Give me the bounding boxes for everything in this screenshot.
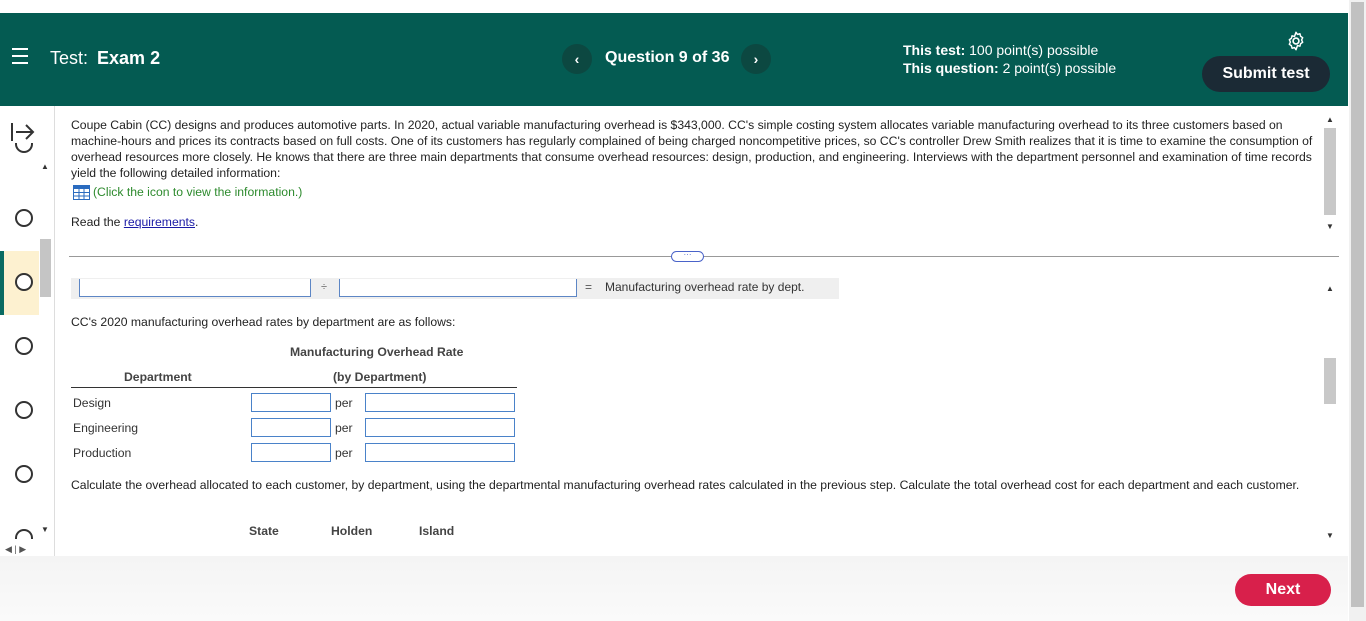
answer-option-radio[interactable] <box>15 209 33 227</box>
table-grid-icon[interactable] <box>73 185 90 201</box>
test-title: Test: Exam 2 <box>50 48 160 69</box>
rate-unit-input[interactable] <box>365 393 515 412</box>
formula-result-label: Manufacturing overhead rate by dept. <box>605 280 805 294</box>
rate-input[interactable] <box>251 393 331 412</box>
department-name: Design <box>73 396 111 410</box>
page-scroll-thumb[interactable] <box>1351 2 1364 607</box>
this-test-label: This test: <box>903 42 966 58</box>
answer-option-radio[interactable] <box>15 273 33 291</box>
this-test-value: 100 point(s) possible <box>969 42 1099 58</box>
formula-numerator-input[interactable] <box>79 279 311 297</box>
menu-icon[interactable] <box>12 48 32 64</box>
settings-gear-icon[interactable] <box>1285 30 1307 52</box>
previous-question-button[interactable]: ‹ <box>562 44 592 74</box>
stem-scroll-thumb[interactable] <box>1324 128 1336 215</box>
info-link[interactable]: (Click the icon to view the information.… <box>73 185 302 201</box>
answer-option-radio[interactable] <box>15 143 33 153</box>
next-question-button[interactable]: › <box>741 44 771 74</box>
question-sidebar: ▲ ▼ ◀ | ▶ <box>0 106 55 556</box>
stem-scroll-up-icon[interactable]: ▲ <box>1326 115 1334 124</box>
rate-column-subheader: (by Department) <box>333 370 427 384</box>
read-requirements: Read the requirements. <box>71 215 198 229</box>
pane-resize-handle[interactable]: ··· <box>671 251 704 262</box>
info-link-text[interactable]: (Click the icon to view the information.… <box>93 185 302 199</box>
answer-option-radio[interactable] <box>15 401 33 419</box>
formula-denominator-input[interactable] <box>339 279 577 297</box>
rate-input[interactable] <box>251 418 331 437</box>
test-header: Test: Exam 2 ‹ Question 9 of 36 › This t… <box>0 13 1348 106</box>
formula-row: ÷ = Manufacturing overhead rate by dept. <box>71 278 839 299</box>
answer-scroll-down-icon[interactable]: ▼ <box>1326 531 1334 540</box>
per-label: per <box>335 446 353 460</box>
question-counter[interactable]: Question 9 of 36 <box>605 49 729 67</box>
this-question-value: 2 point(s) possible <box>1002 60 1117 76</box>
table-header-rule <box>71 387 517 388</box>
next-button[interactable]: Next <box>1235 574 1331 606</box>
rate-input[interactable] <box>251 443 331 462</box>
test-name: Exam 2 <box>97 48 161 68</box>
requirements-link[interactable]: requirements <box>124 215 195 229</box>
footer-bar <box>0 556 1348 621</box>
rates-intro-text: CC's 2020 manufacturing overhead rates b… <box>71 315 456 329</box>
divide-symbol: ÷ <box>321 281 328 293</box>
customer-column-header: State <box>249 524 279 538</box>
answer-option-radio[interactable] <box>15 465 33 483</box>
answer-panel: ÷ = Manufacturing overhead rate by dept.… <box>55 262 1325 556</box>
rate-unit-input[interactable] <box>365 418 515 437</box>
department-name: Production <box>73 446 132 460</box>
test-label: Test: <box>50 48 89 68</box>
per-label: per <box>335 421 353 435</box>
table-row: Engineering per <box>71 418 517 438</box>
sidebar-hscroll-arrows-icon[interactable]: ◀ | ▶ <box>5 544 26 555</box>
points-info: This test: 100 point(s) possible This qu… <box>903 41 1116 77</box>
equals-symbol: = <box>585 280 593 294</box>
answer-scroll-thumb[interactable] <box>1324 358 1336 404</box>
sidebar-scroll-thumb[interactable] <box>40 239 51 297</box>
table-row: Production per <box>71 443 517 463</box>
stem-scroll-down-icon[interactable]: ▼ <box>1326 222 1334 231</box>
sidebar-scroll-up-icon[interactable]: ▲ <box>41 162 49 171</box>
customer-column-header: Holden <box>331 524 373 538</box>
customer-column-header: Island <box>419 524 455 538</box>
expand-panel-icon[interactable] <box>10 120 36 144</box>
rate-column-header: Manufacturing Overhead Rate <box>290 345 464 359</box>
calc-instructions: Calculate the overhead allocated to each… <box>71 478 1300 492</box>
read-prefix: Read the <box>71 215 124 229</box>
top-strip <box>0 0 1366 13</box>
per-label: per <box>335 396 353 410</box>
department-column-header: Department <box>124 370 192 384</box>
submit-test-button[interactable]: Submit test <box>1202 56 1330 92</box>
table-row: Design per <box>71 393 517 413</box>
answer-option-radio[interactable] <box>15 337 33 355</box>
read-suffix: . <box>195 215 199 229</box>
pane-divider <box>69 256 1339 257</box>
this-question-label: This question: <box>903 60 999 76</box>
rate-unit-input[interactable] <box>365 443 515 462</box>
answer-option-radio[interactable] <box>15 529 33 539</box>
sidebar-scroll-down-icon[interactable]: ▼ <box>41 525 49 534</box>
answer-scroll-up-icon[interactable]: ▲ <box>1326 284 1334 293</box>
department-name: Engineering <box>73 421 139 435</box>
question-stem-panel: Coupe Cabin (CC) designs and produces au… <box>55 106 1348 252</box>
problem-text: Coupe Cabin (CC) designs and produces au… <box>71 118 1313 180</box>
